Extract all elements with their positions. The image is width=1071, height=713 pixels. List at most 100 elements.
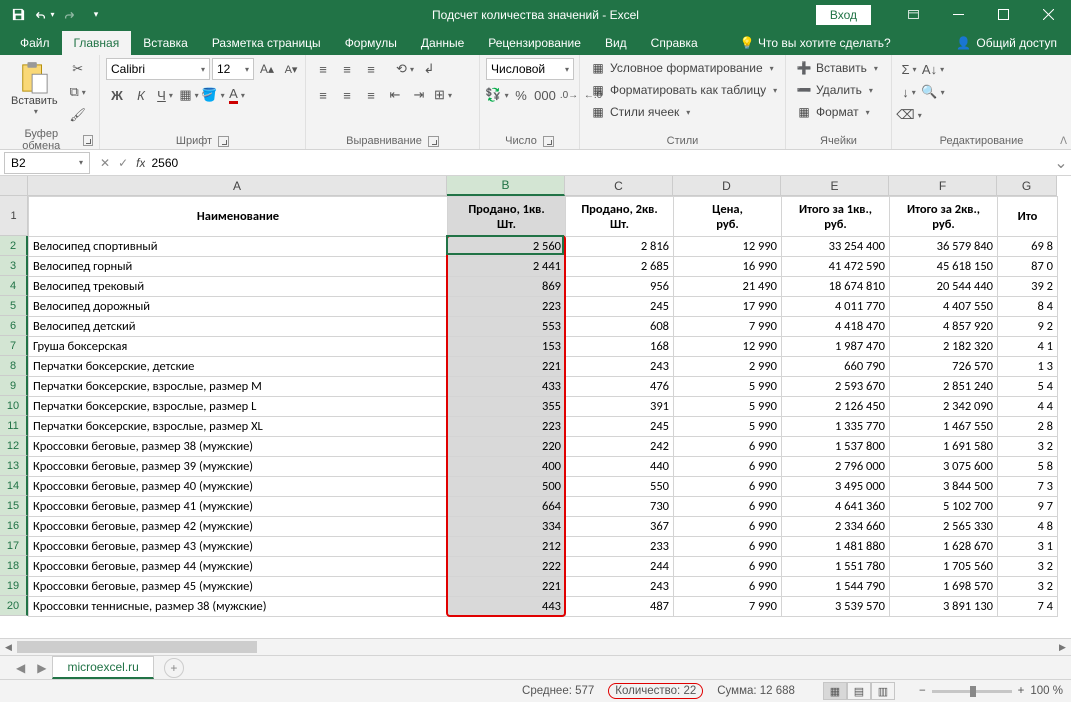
cell[interactable]: 3 1 xyxy=(998,537,1058,557)
decrease-font-icon[interactable]: A▾ xyxy=(280,58,302,80)
cell[interactable]: 443 xyxy=(448,597,566,617)
cell[interactable]: 245 xyxy=(566,417,674,437)
cell[interactable]: 6 990 xyxy=(674,577,782,597)
sheet-tab[interactable]: microexcel.ru xyxy=(52,656,153,679)
header-cell[interactable]: Продано, 2кв. Шт. xyxy=(566,197,674,237)
cell[interactable]: 553 xyxy=(448,317,566,337)
row-header-15[interactable]: 15 xyxy=(0,496,28,516)
cell[interactable]: 730 xyxy=(566,497,674,517)
tab-рецензирование[interactable]: Рецензирование xyxy=(476,31,593,55)
cell[interactable]: 2 685 xyxy=(566,257,674,277)
thousands-icon[interactable]: 000 xyxy=(534,84,556,106)
cell[interactable]: 168 xyxy=(566,337,674,357)
cell[interactable]: 550 xyxy=(566,477,674,497)
align-top-icon[interactable]: ≡ xyxy=(312,58,334,80)
borders-icon[interactable]: ▦▾ xyxy=(178,84,200,106)
row-header-6[interactable]: 6 xyxy=(0,316,28,336)
cell[interactable]: Перчатки боксерские, взрослые, размер XL xyxy=(29,417,448,437)
bold-icon[interactable]: Ж xyxy=(106,84,128,106)
cell[interactable]: Кроссовки беговые, размер 41 (мужские) xyxy=(29,497,448,517)
insert-cells-button[interactable]: ➕Вставить▾ xyxy=(792,58,882,78)
cell[interactable]: Кроссовки беговые, размер 44 (мужские) xyxy=(29,557,448,577)
cell[interactable]: 2 560 xyxy=(448,237,566,257)
zoom-out-icon[interactable]: − xyxy=(919,685,926,697)
cell[interactable]: 2 851 240 xyxy=(890,377,998,397)
cell[interactable]: 1 628 670 xyxy=(890,537,998,557)
view-page-break-icon[interactable]: ▥ xyxy=(871,682,895,700)
cell[interactable]: 20 544 440 xyxy=(890,277,998,297)
cell[interactable]: 5 990 xyxy=(674,397,782,417)
cell[interactable]: Велосипед дорожный xyxy=(29,297,448,317)
cell[interactable]: 1 537 800 xyxy=(782,437,890,457)
cell[interactable]: 21 490 xyxy=(674,277,782,297)
row-header-4[interactable]: 4 xyxy=(0,276,28,296)
cell[interactable]: 2 593 670 xyxy=(782,377,890,397)
cell[interactable]: 440 xyxy=(566,457,674,477)
cell[interactable]: 222 xyxy=(448,557,566,577)
tab-разметка страницы[interactable]: Разметка страницы xyxy=(200,31,333,55)
col-header-B[interactable]: B xyxy=(447,176,565,196)
cell[interactable]: 1 467 550 xyxy=(890,417,998,437)
cell[interactable]: 1 987 470 xyxy=(782,337,890,357)
cell[interactable]: 6 990 xyxy=(674,557,782,577)
row-header-11[interactable]: 11 xyxy=(0,416,28,436)
cell[interactable]: 4 407 550 xyxy=(890,297,998,317)
cell[interactable]: 1 544 790 xyxy=(782,577,890,597)
cell[interactable]: 391 xyxy=(566,397,674,417)
row-header-7[interactable]: 7 xyxy=(0,336,28,356)
header-cell[interactable]: Цена, руб. xyxy=(674,197,782,237)
header-cell[interactable]: Продано, 1кв. Шт. xyxy=(448,197,566,237)
font-color-icon[interactable]: A▾ xyxy=(226,84,248,106)
cell[interactable]: 5 990 xyxy=(674,417,782,437)
undo-icon[interactable]: ▾ xyxy=(32,3,56,27)
header-cell[interactable]: Итого за 2кв., руб. xyxy=(890,197,998,237)
cell[interactable]: 2 816 xyxy=(566,237,674,257)
cell[interactable]: 664 xyxy=(448,497,566,517)
cell[interactable]: Кроссовки теннисные, размер 38 (мужские) xyxy=(29,597,448,617)
maximize-icon[interactable] xyxy=(981,0,1026,29)
cell[interactable]: 869 xyxy=(448,277,566,297)
cell[interactable]: Кроссовки беговые, размер 42 (мужские) xyxy=(29,517,448,537)
tab-вставка[interactable]: Вставка xyxy=(131,31,200,55)
find-icon[interactable]: 🔍▾ xyxy=(922,81,944,103)
zoom-in-icon[interactable]: + xyxy=(1018,685,1025,697)
col-header-E[interactable]: E xyxy=(781,176,889,196)
collapse-ribbon-icon[interactable]: ᐱ xyxy=(1060,136,1067,147)
ribbon-options-icon[interactable] xyxy=(891,0,936,29)
cell[interactable]: 244 xyxy=(566,557,674,577)
percent-icon[interactable]: % xyxy=(510,84,532,106)
cell[interactable]: 726 570 xyxy=(890,357,998,377)
row-header-13[interactable]: 13 xyxy=(0,456,28,476)
cell[interactable]: 153 xyxy=(448,337,566,357)
copy-icon[interactable]: ⧉▾ xyxy=(67,81,89,103)
cell[interactable]: Велосипед детский xyxy=(29,317,448,337)
cell[interactable]: 7 4 xyxy=(998,597,1058,617)
cell[interactable]: 3 2 xyxy=(998,437,1058,457)
cell[interactable]: Кроссовки беговые, размер 39 (мужские) xyxy=(29,457,448,477)
number-launcher[interactable] xyxy=(543,136,554,147)
row-header-18[interactable]: 18 xyxy=(0,556,28,576)
cell[interactable]: 5 990 xyxy=(674,377,782,397)
format-cells-button[interactable]: ▦Формат▾ xyxy=(792,102,874,122)
cell[interactable]: 7 990 xyxy=(674,317,782,337)
cell[interactable]: 433 xyxy=(448,377,566,397)
cell[interactable]: 7 990 xyxy=(674,597,782,617)
cell-styles-button[interactable]: ▦Стили ячеек▾ xyxy=(586,102,694,122)
cell[interactable]: 6 990 xyxy=(674,477,782,497)
cell[interactable]: 2 342 090 xyxy=(890,397,998,417)
qat-customize-icon[interactable]: ▾ xyxy=(84,3,108,27)
cell[interactable]: 7 3 xyxy=(998,477,1058,497)
tab-формулы[interactable]: Формулы xyxy=(333,31,409,55)
font-name-combo[interactable]: Calibri▾ xyxy=(106,58,210,80)
cell[interactable]: 221 xyxy=(448,577,566,597)
cell[interactable]: 2 334 660 xyxy=(782,517,890,537)
minimize-icon[interactable] xyxy=(936,0,981,29)
cell[interactable]: 18 674 810 xyxy=(782,277,890,297)
cell[interactable]: Перчатки боксерские, детские xyxy=(29,357,448,377)
cell[interactable]: 1 3 xyxy=(998,357,1058,377)
cell[interactable]: 5 4 xyxy=(998,377,1058,397)
cell[interactable]: 355 xyxy=(448,397,566,417)
indent-decrease-icon[interactable]: ⇤ xyxy=(384,84,406,106)
cell[interactable]: 1 691 580 xyxy=(890,437,998,457)
cell[interactable]: Велосипед горный xyxy=(29,257,448,277)
